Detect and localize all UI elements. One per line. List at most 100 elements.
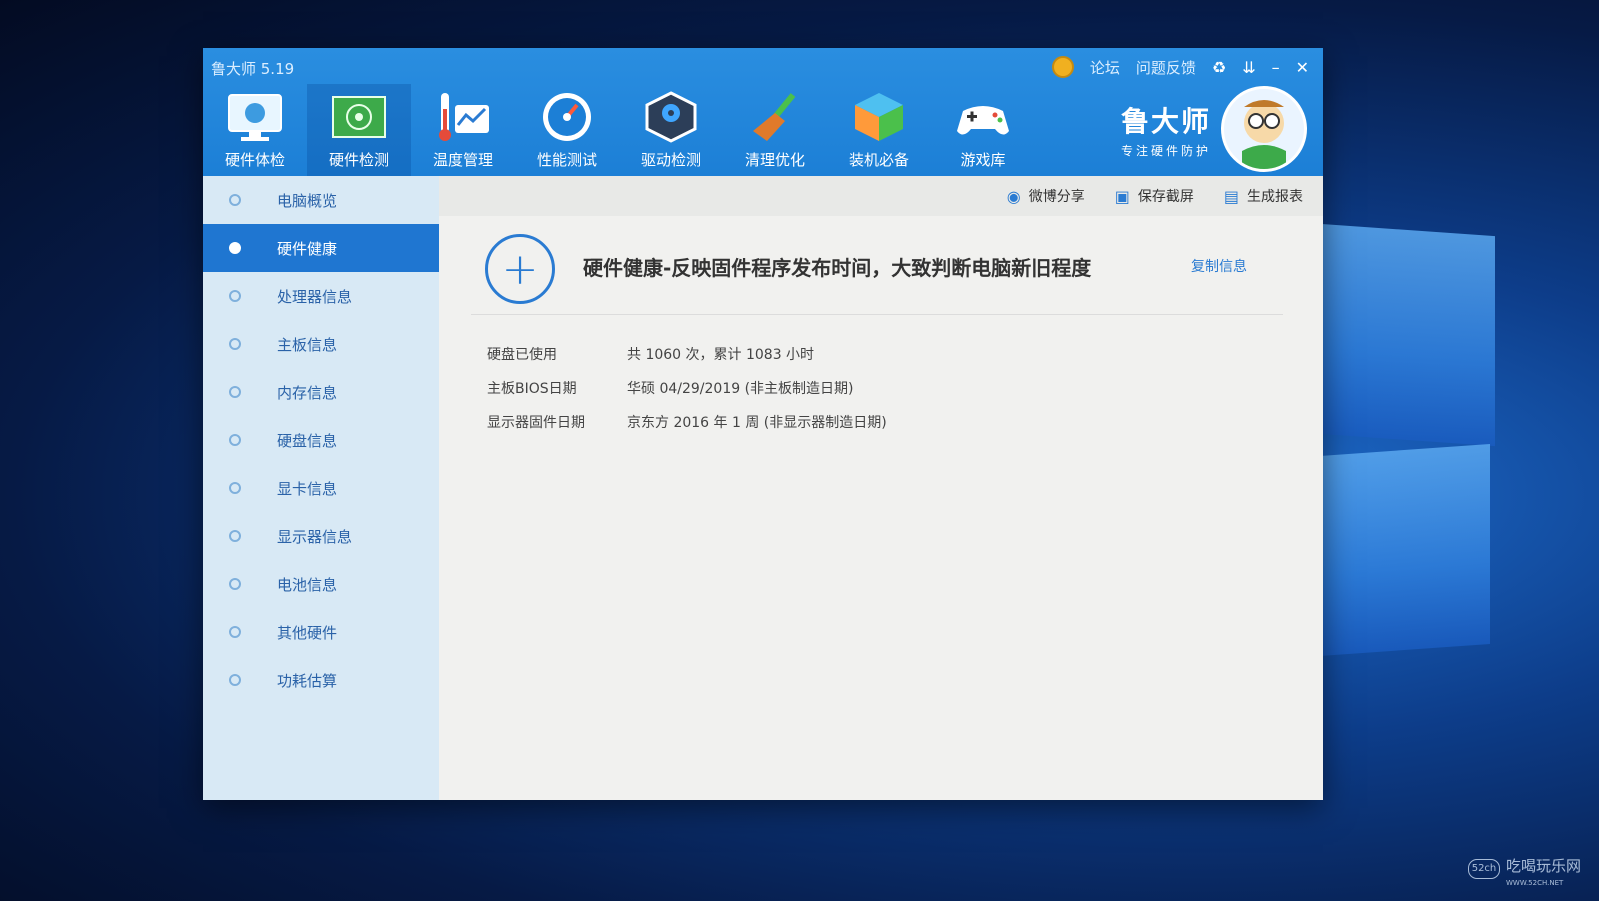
nav-label: 硬件体检 [224,151,285,169]
weibo-icon: ◉ [1006,186,1021,206]
sidebar-item-label: 硬盘信息 [277,431,338,450]
sidebar-item-label: 电脑概览 [277,191,338,210]
gear-box-icon [645,91,697,143]
info-key: 硬盘已使用 [487,347,557,363]
weibo-share-label: 微博分享 [1028,189,1085,205]
main-content: + 硬件健康-反映固件程序发布时间，大致判断电脑新旧程度 复制信息 硬盘已使用 共… [439,216,1323,800]
cube-icon [855,93,903,141]
menu-icon[interactable]: ⇊ [1242,58,1255,77]
info-row: 显示器固件日期 京东方 2016 年 1 周 (非显示器制造日期) [487,412,887,432]
save-screenshot-button[interactable]: ▣ 保存截屏 [1115,186,1194,206]
nav-label: 温度管理 [432,151,493,169]
watermark-url: WWW.52CH.NET [1505,879,1564,887]
generate-report-label: 生成报表 [1247,189,1303,205]
divider [471,314,1283,315]
save-screenshot-label: 保存截屏 [1137,189,1194,205]
sidebar-item-label: 显示器信息 [277,527,353,546]
skin-icon[interactable]: ♻ [1212,58,1226,77]
close-icon[interactable]: ✕ [1296,58,1309,77]
nav-cleanup[interactable]: 清理优化 [723,84,827,176]
sidebar-item-label: 其他硬件 [277,623,338,642]
bullet-icon [229,338,241,350]
sidebar-item-battery[interactable]: 电池信息 [203,560,439,608]
sidebar-item-label: 功耗估算 [277,671,338,690]
broom-icon [753,93,796,141]
medal-icon[interactable] [1051,56,1074,78]
forum-link[interactable]: 论坛 [1090,57,1120,78]
window-title: 鲁大师 5.19 [211,60,295,78]
bullet-icon [229,674,241,686]
window-controls: 论坛 问题反馈 ♻ ⇊ – ✕ [1051,56,1309,78]
nav-essentials[interactable]: 装机必备 [827,84,931,176]
gamepad-icon [957,106,1009,135]
brand: 鲁大师 专注硬件防护 [1121,86,1307,172]
bullet-icon [229,578,241,590]
info-value: 京东方 2016 年 1 周 (非显示器制造日期) [627,415,887,431]
sidebar-item-power-estimate[interactable]: 功耗估算 [203,656,439,704]
mascot-avatar [1221,86,1307,172]
sidebar-item-processor[interactable]: 处理器信息 [203,272,439,320]
minimize-icon[interactable]: – [1272,58,1280,77]
nav-label: 清理优化 [744,151,805,169]
nav-label: 游戏库 [960,151,1006,169]
sidebar-item-label: 处理器信息 [277,287,353,306]
sidebar-item-motherboard[interactable]: 主板信息 [203,320,439,368]
nav-label: 驱动检测 [640,151,701,169]
info-value: 共 1060 次，累计 1083 小时 [627,347,815,363]
brand-name: 鲁大师 [1120,104,1211,138]
desktop-background-pane [1320,444,1490,656]
nav-performance[interactable]: 性能测试 [515,84,619,176]
nav-label: 性能测试 [536,151,597,169]
sidebar-item-gpu[interactable]: 显卡信息 [203,464,439,512]
sidebar-item-hardware-health[interactable]: 硬件健康 [203,224,439,272]
nav-label: 硬件检测 [328,151,389,169]
desktop-background-pane [1320,223,1495,447]
bullet-icon [229,242,241,254]
watermark-text: 吃喝玩乐网 [1505,857,1581,875]
nav-driver[interactable]: 驱动检测 [619,84,723,176]
sidebar-item-overview[interactable]: 电脑概览 [203,176,439,224]
nav-hardware-checkup[interactable]: 硬件体检 [203,84,307,176]
sidebar-item-label: 硬件健康 [277,239,338,258]
bullet-icon [229,434,241,446]
sidebar-item-disk[interactable]: 硬盘信息 [203,416,439,464]
monitor-icon [228,94,282,141]
main-nav: 硬件体检 硬件检测 温度管理 性能测试 驱动检测 清理优化 装机必备 游戏库 [203,84,1035,176]
copy-info-link[interactable]: 复制信息 [1191,256,1247,276]
nav-temperature[interactable]: 温度管理 [411,84,515,176]
watermark: 52ch 吃喝玩乐网 WWW.52CH.NET [1467,855,1581,887]
top-bar: 鲁大师 5.19 论坛 问题反馈 ♻ ⇊ – ✕ 硬件体检 硬件检测 温度管理 [203,48,1323,176]
watermark-badge: 52ch [1467,859,1500,879]
info-key: 显示器固件日期 [487,415,585,431]
sidebar-item-other-hardware[interactable]: 其他硬件 [203,608,439,656]
bullet-icon [229,482,241,494]
content-toolbar: ◉ 微博分享 ▣ 保存截屏 ▤ 生成报表 [439,176,1323,216]
sidebar-item-label: 电池信息 [277,575,338,594]
info-row: 主板BIOS日期 华硕 04/29/2019 (非主板制造日期) [487,378,854,398]
speedometer-icon [543,93,591,141]
sidebar-item-label: 内存信息 [277,383,338,402]
mascot-icon [1242,100,1286,169]
feedback-link[interactable]: 问题反馈 [1136,57,1196,78]
report-icon: ▤ [1223,186,1239,206]
sidebar-item-memory[interactable]: 内存信息 [203,368,439,416]
thermometer-icon [439,93,489,141]
weibo-share-button[interactable]: ◉ 微博分享 [1007,186,1085,206]
nav-hardware-detect[interactable]: 硬件检测 [307,84,411,176]
brand-slogan: 专注硬件防护 [1120,143,1211,158]
generate-report-button[interactable]: ▤ 生成报表 [1224,186,1303,206]
bullet-icon [229,530,241,542]
bullet-icon [229,626,241,638]
plus-icon: + [485,234,555,304]
bullet-icon [229,386,241,398]
section-heading: 硬件健康-反映固件程序发布时间，大致判断电脑新旧程度 [583,256,1092,280]
info-row: 硬盘已使用 共 1060 次，累计 1083 小时 [487,344,814,364]
info-value: 华硕 04/29/2019 (非主板制造日期) [627,381,854,397]
nav-label: 装机必备 [848,151,909,169]
circuit-board-icon [332,96,386,138]
sidebar-item-display[interactable]: 显示器信息 [203,512,439,560]
nav-games[interactable]: 游戏库 [931,84,1035,176]
camera-icon: ▣ [1114,186,1130,206]
sidebar-item-label: 显卡信息 [277,479,338,498]
sidebar-item-label: 主板信息 [277,335,338,354]
